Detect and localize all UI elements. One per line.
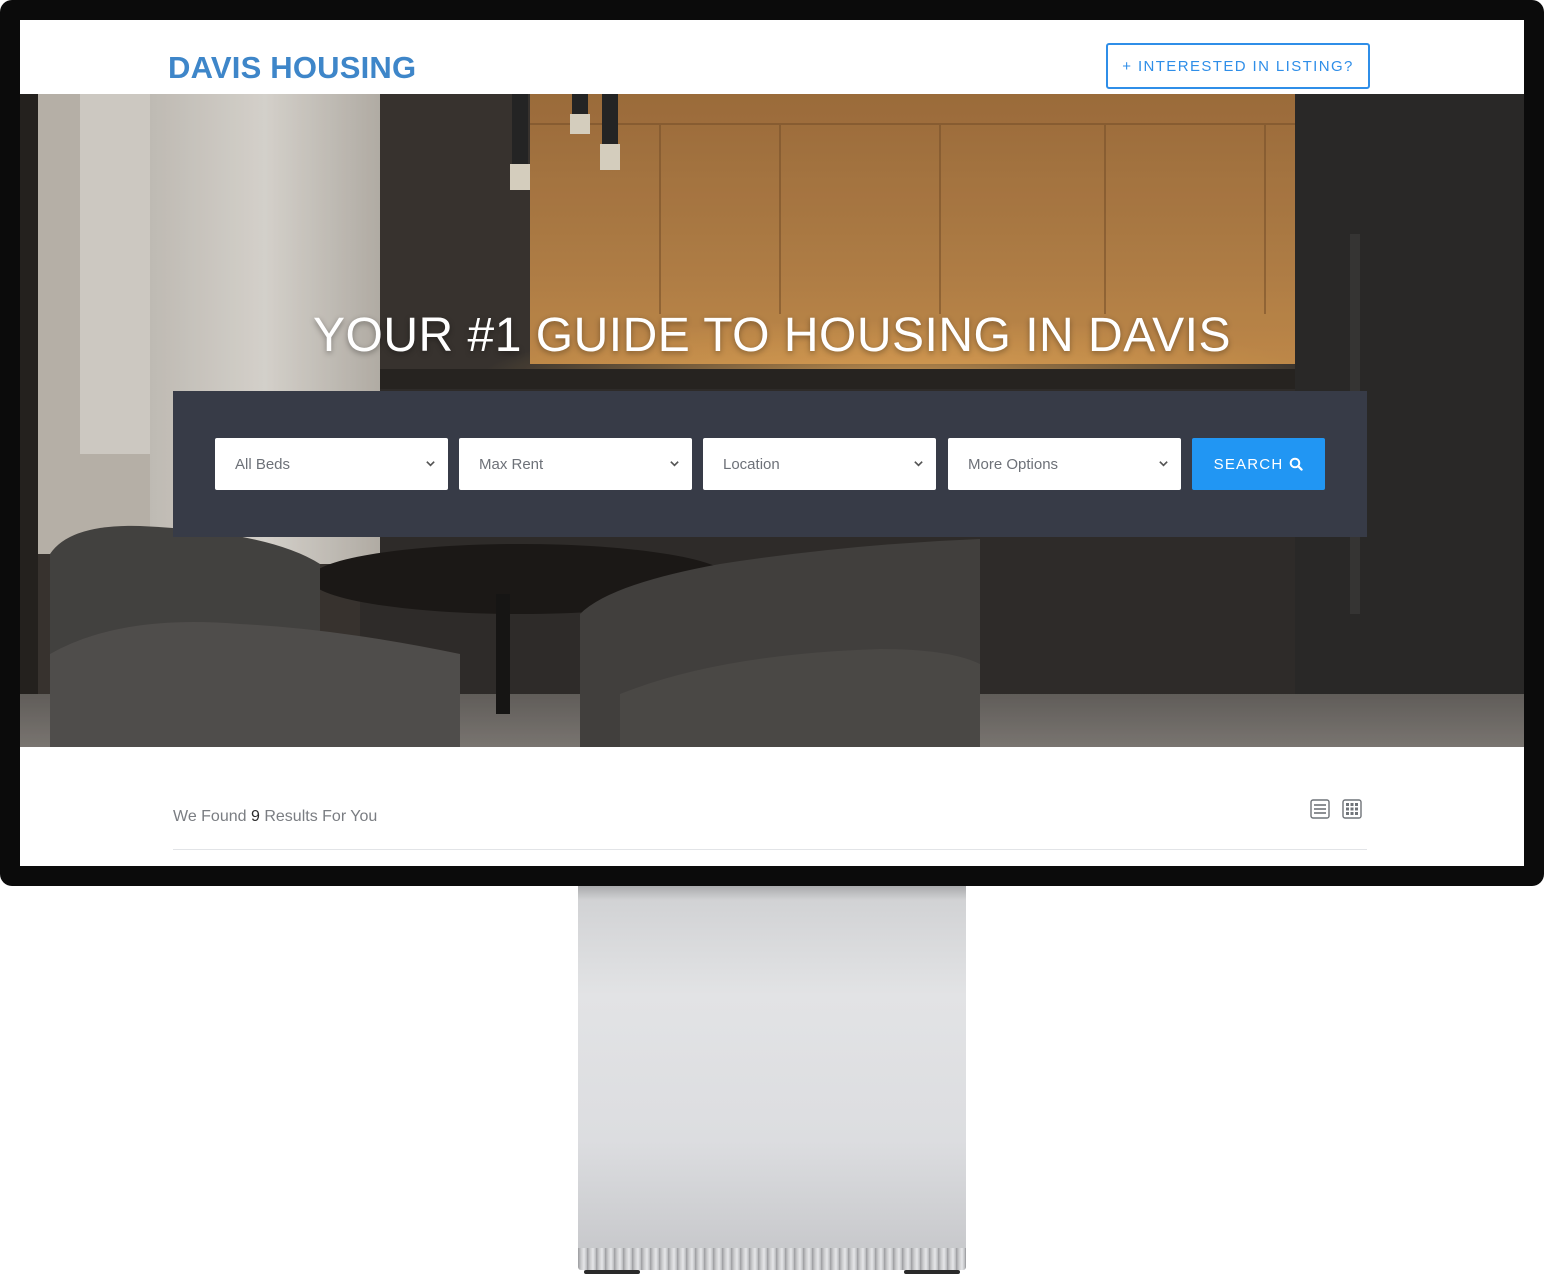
monitor-frame: DAVIS HOUSING + INTERESTED IN LISTING? Y… [0, 0, 1544, 886]
location-select-value: Location [723, 455, 780, 473]
location-select[interactable]: Location [703, 438, 936, 490]
beds-select-value: All Beds [235, 455, 291, 473]
chevron-down-icon [1159, 461, 1168, 467]
hero-title: YOUR #1 GUIDE TO HOUSING IN DAVIS [312, 309, 1232, 362]
hero-banner: YOUR #1 GUIDE TO HOUSING IN DAVIS All Be… [20, 94, 1524, 747]
site-logo[interactable]: DAVIS HOUSING [168, 50, 416, 86]
results-suffix: Results For You [264, 808, 378, 825]
stand-foot-right [904, 1270, 960, 1274]
max-rent-select[interactable]: Max Rent [459, 438, 692, 490]
monitor-stand-base [578, 1248, 966, 1270]
results-summary: We Found 9 Results For You [173, 808, 377, 826]
chevron-down-icon [914, 461, 923, 467]
list-view-icon[interactable] [1310, 799, 1330, 819]
site-header: DAVIS HOUSING + INTERESTED IN LISTING? [20, 20, 1524, 94]
results-prefix: We Found [173, 808, 247, 825]
results-divider [173, 849, 1367, 850]
results-count: 9 [250, 808, 260, 825]
search-panel: All Beds Max Rent Location More Options … [173, 391, 1367, 537]
monitor-stand [578, 886, 966, 1250]
chevron-down-icon [670, 461, 679, 467]
interested-in-listing-button[interactable]: + INTERESTED IN LISTING? [1106, 43, 1370, 89]
search-button[interactable]: SEARCH [1192, 438, 1325, 490]
grid-view-icon[interactable] [1342, 799, 1362, 819]
chevron-down-icon [426, 461, 435, 467]
browser-viewport: DAVIS HOUSING + INTERESTED IN LISTING? Y… [20, 20, 1524, 866]
max-rent-select-value: Max Rent [479, 455, 544, 473]
search-icon [1290, 457, 1304, 471]
beds-select[interactable]: All Beds [215, 438, 448, 490]
search-button-label: SEARCH [1213, 455, 1284, 473]
more-options-select[interactable]: More Options [948, 438, 1181, 490]
more-options-select-value: More Options [968, 455, 1059, 473]
stand-foot-left [584, 1270, 640, 1274]
